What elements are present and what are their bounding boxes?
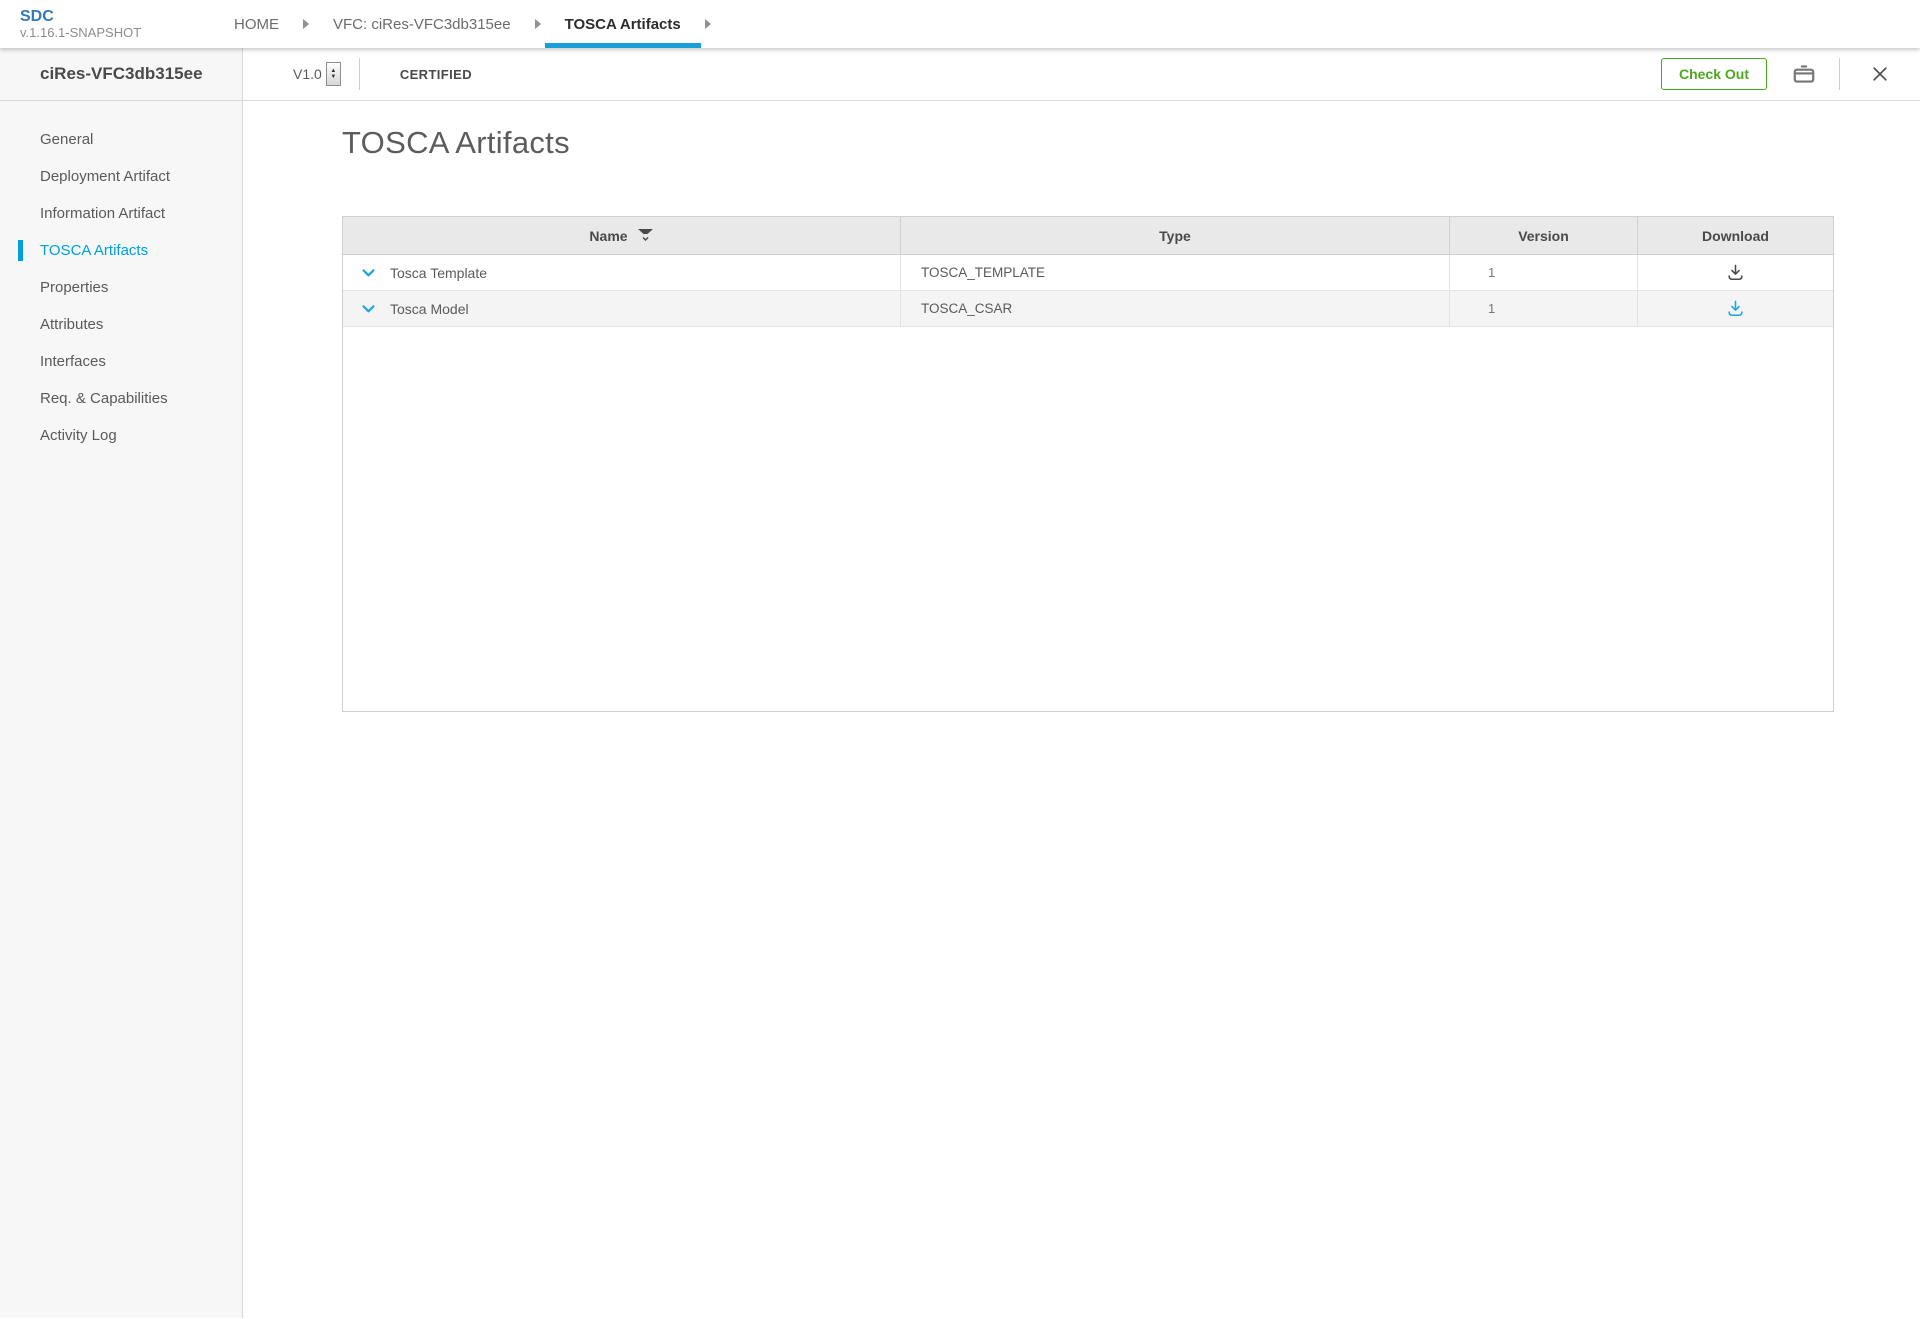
sidebar: General Deployment Artifact Information …: [0, 101, 243, 1318]
cell-type: TOSCA_TEMPLATE: [901, 255, 1450, 290]
app-logo[interactable]: SDC v.1.16.1-SNAPSHOT: [0, 0, 212, 48]
sidebar-item-tosca-artifacts[interactable]: TOSCA Artifacts: [0, 232, 242, 269]
artifacts-table: Name Type Version Download: [342, 216, 1834, 712]
check-out-button[interactable]: Check Out: [1661, 58, 1767, 90]
sidebar-item-properties[interactable]: Properties: [0, 269, 242, 306]
cell-version: 1: [1450, 291, 1638, 326]
breadcrumb-arrow-icon: [705, 19, 711, 29]
column-header-download[interactable]: Download: [1638, 217, 1833, 254]
sidebar-item-information-artifact[interactable]: Information Artifact: [0, 195, 242, 232]
sidebar-item-general[interactable]: General: [0, 121, 242, 158]
column-header-name[interactable]: Name: [343, 217, 901, 254]
divider: [1839, 58, 1840, 90]
breadcrumb: HOME VFC: ciRes-VFC3db315ee TOSCA Artifa…: [212, 0, 713, 48]
lifecycle-state-badge: CERTIFIED: [400, 67, 472, 82]
app-version-label: v.1.16.1-SNAPSHOT: [20, 25, 212, 40]
cell-name: Tosca Model: [343, 291, 901, 326]
cell-download: [1638, 255, 1833, 290]
table-header-row: Name Type Version Download: [343, 217, 1833, 255]
version-spinner-icon[interactable]: ▲▼: [326, 62, 341, 86]
sort-filter-icon[interactable]: [637, 228, 654, 243]
chevron-down-icon[interactable]: [360, 300, 377, 317]
breadcrumb-arrow-icon: [535, 19, 541, 29]
divider: [359, 58, 360, 90]
sidebar-item-req-capabilities[interactable]: Req. & Capabilities: [0, 380, 242, 417]
download-icon[interactable]: [1724, 261, 1747, 284]
version-selector[interactable]: V1.0 ▲▼: [293, 48, 341, 100]
version-value: V1.0: [293, 66, 322, 82]
sidebar-item-activity-log[interactable]: Activity Log: [0, 417, 242, 454]
breadcrumb-arrow-icon: [303, 19, 309, 29]
main-content: TOSCA Artifacts Name Type Version Downlo…: [243, 101, 1920, 1318]
cell-type: TOSCA_CSAR: [901, 291, 1450, 326]
chevron-down-icon[interactable]: [360, 264, 377, 281]
print-icon[interactable]: [1787, 57, 1821, 91]
download-icon[interactable]: [1724, 297, 1747, 320]
page-title: TOSCA Artifacts: [342, 125, 570, 161]
artifact-name: Tosca Template: [390, 265, 487, 281]
asset-header-bar: ciRes-VFC3db315ee V1.0 ▲▼ CERTIFIED Chec…: [0, 48, 1920, 101]
workspace: General Deployment Artifact Information …: [0, 101, 1920, 1318]
table-row: Tosca Template TOSCA_TEMPLATE 1: [343, 255, 1833, 291]
cell-name: Tosca Template: [343, 255, 901, 290]
asset-name: ciRes-VFC3db315ee: [0, 48, 243, 100]
breadcrumb-vfc[interactable]: VFC: ciRes-VFC3db315ee: [311, 0, 533, 48]
sidebar-item-deployment-artifact[interactable]: Deployment Artifact: [0, 158, 242, 195]
sidebar-item-attributes[interactable]: Attributes: [0, 306, 242, 343]
cell-download: [1638, 291, 1833, 326]
cell-version: 1: [1450, 255, 1638, 290]
column-header-version[interactable]: Version: [1450, 217, 1638, 254]
table-row: Tosca Model TOSCA_CSAR 1: [343, 291, 1833, 327]
sidebar-item-interfaces[interactable]: Interfaces: [0, 343, 242, 380]
app-logo-title: SDC: [20, 8, 212, 25]
breadcrumb-tosca-artifacts[interactable]: TOSCA Artifacts: [543, 0, 703, 48]
artifact-name: Tosca Model: [390, 301, 469, 317]
close-icon[interactable]: [1866, 60, 1894, 88]
top-nav-bar: SDC v.1.16.1-SNAPSHOT HOME VFC: ciRes-VF…: [0, 0, 1920, 48]
column-header-type[interactable]: Type: [901, 217, 1450, 254]
breadcrumb-home[interactable]: HOME: [212, 0, 301, 48]
